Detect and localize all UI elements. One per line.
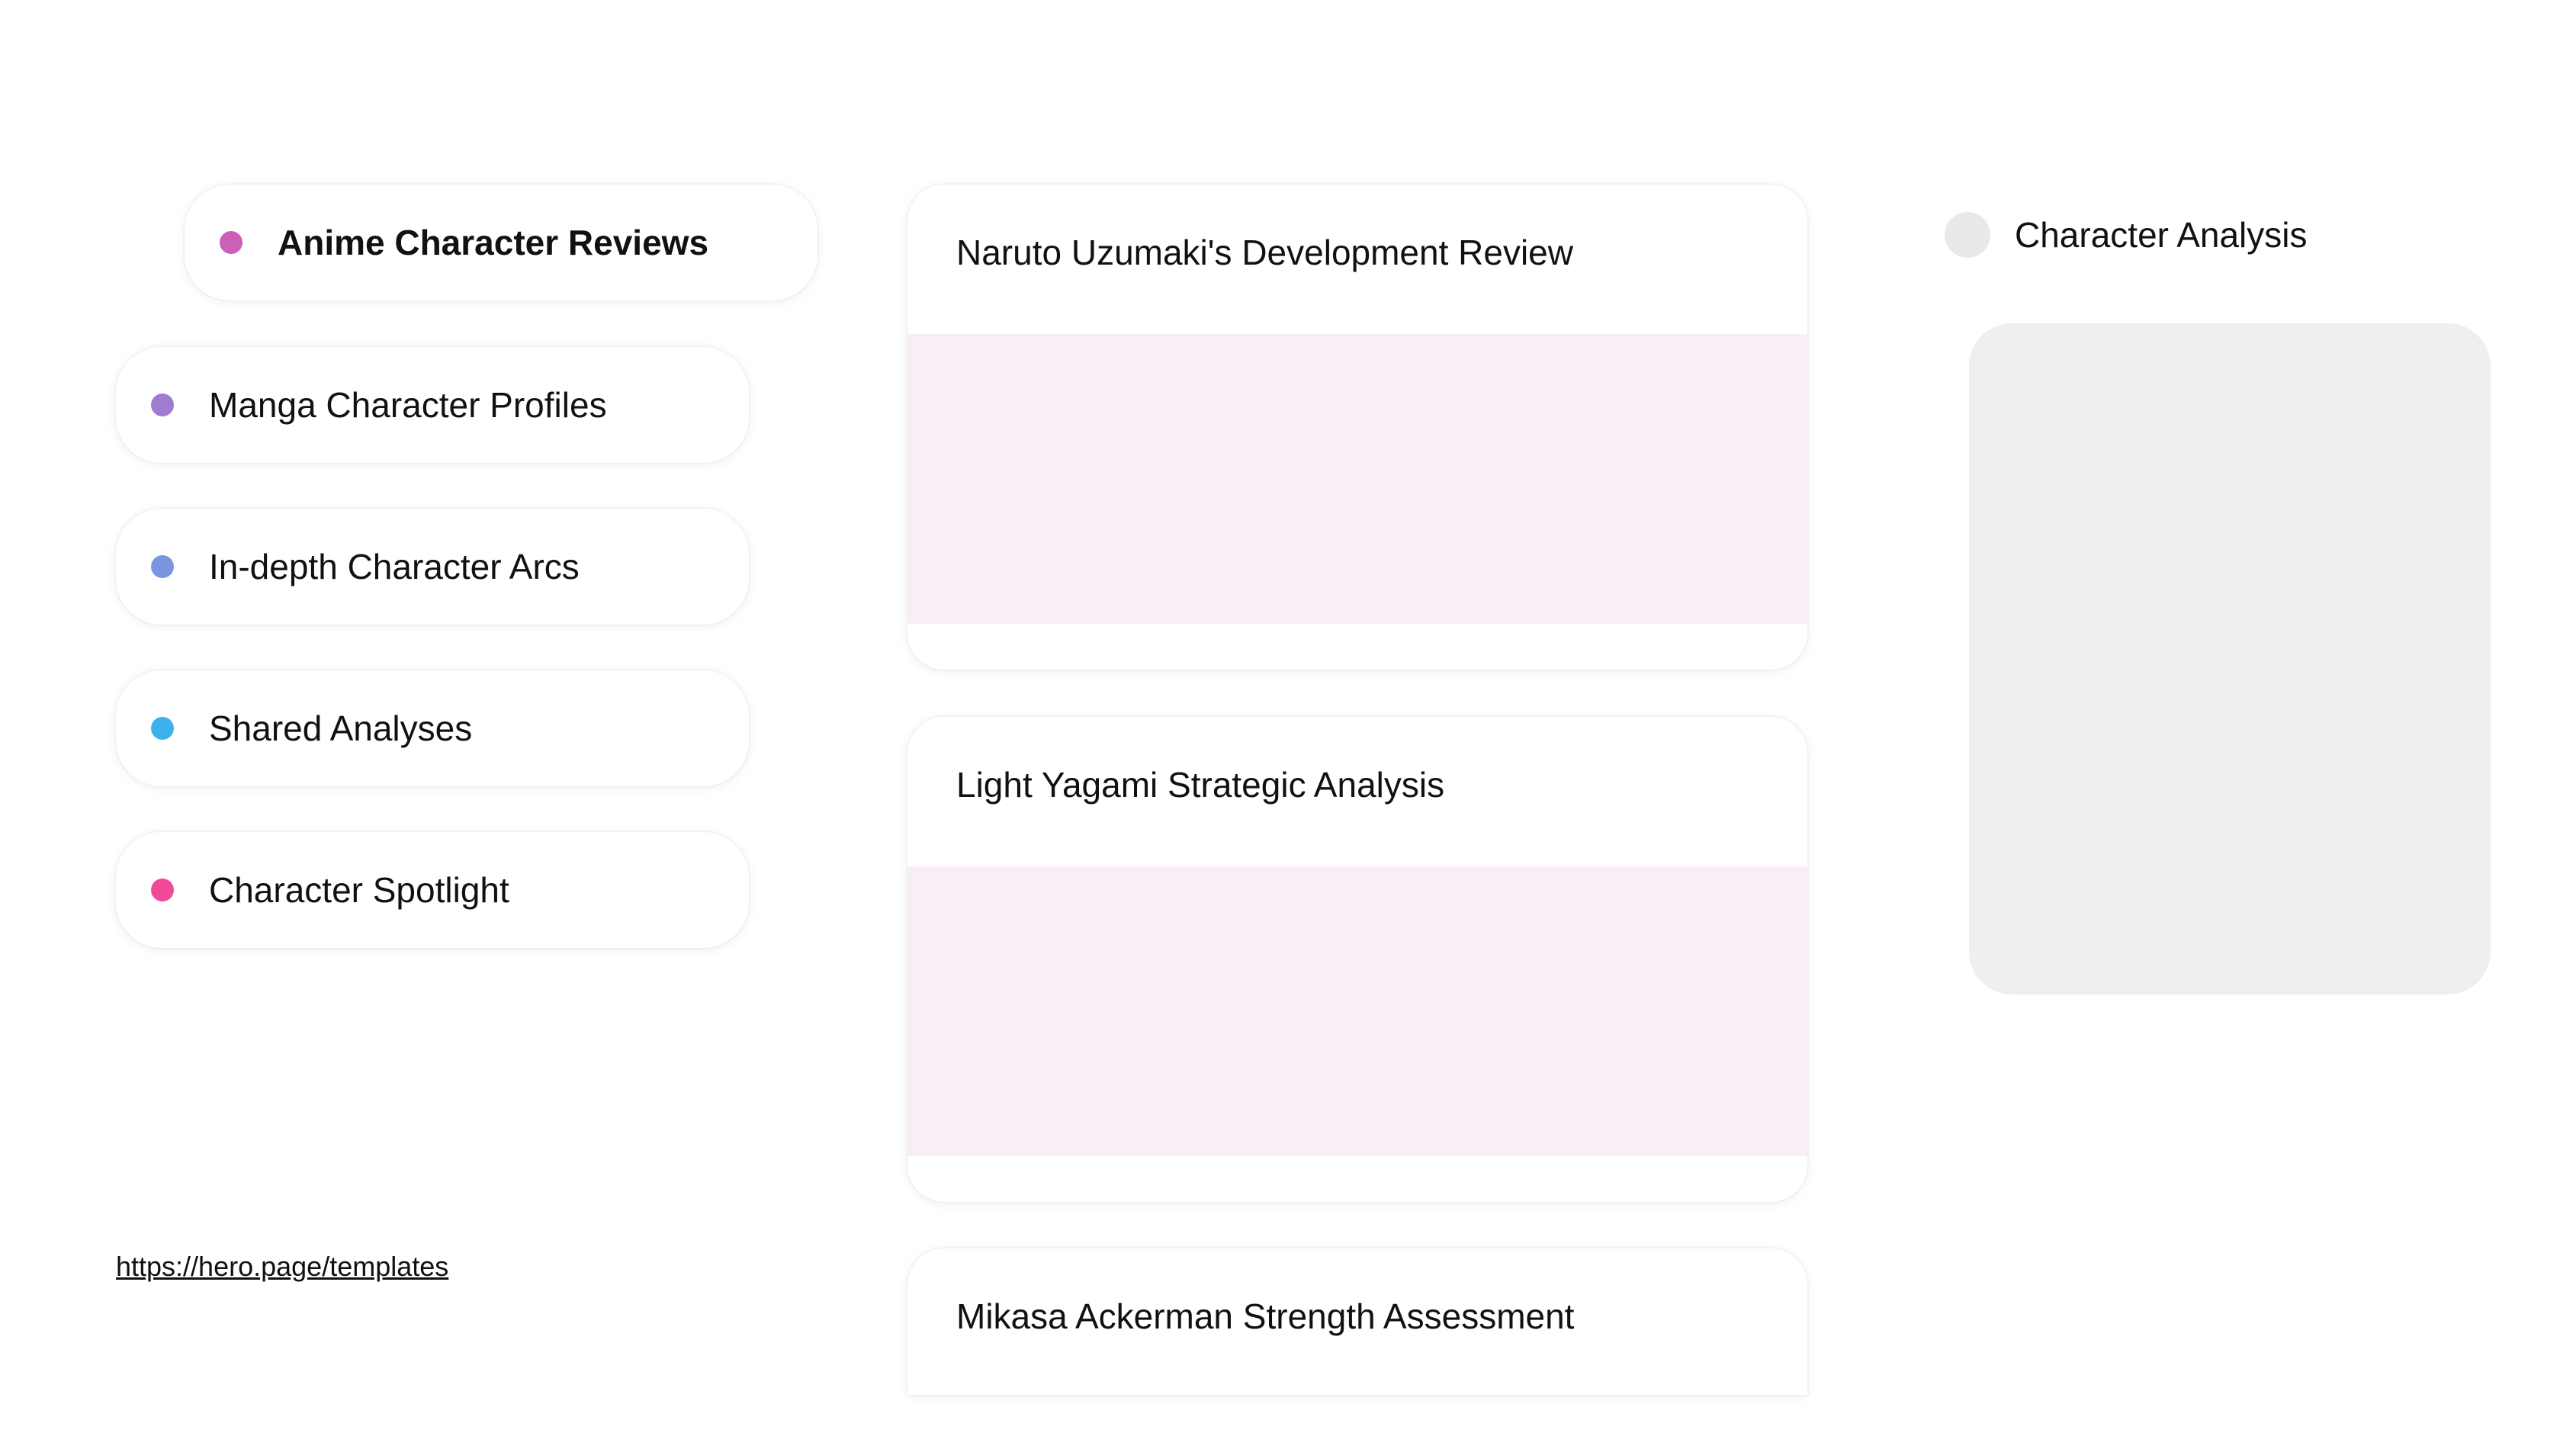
card-title: Mikasa Ackerman Strength Assessment xyxy=(956,1296,1575,1336)
sidebar-item-character-spotlight[interactable]: Character Spotlight xyxy=(116,832,749,948)
bullet-dot-icon xyxy=(151,879,174,901)
sidebar-item-shared-analyses[interactable]: Shared Analyses xyxy=(116,670,749,786)
detail-header: Character Analysis xyxy=(1945,212,2308,258)
bullet-dot-icon xyxy=(220,231,243,254)
footer-url-link[interactable]: https://hero.page/templates xyxy=(116,1251,448,1283)
review-card[interactable]: Light Yagami Strategic Analysis xyxy=(907,717,1807,1202)
sidebar-item-label: Character Spotlight xyxy=(209,870,509,910)
review-card[interactable]: Mikasa Ackerman Strength Assessment xyxy=(907,1248,1807,1395)
card-title: Light Yagami Strategic Analysis xyxy=(956,765,1445,805)
sidebar-item-in-depth-character-arcs[interactable]: In-depth Character Arcs xyxy=(116,509,749,625)
sidebar-item-label: Manga Character Profiles xyxy=(209,385,607,425)
sidebar-item-label: Anime Character Reviews xyxy=(278,223,709,262)
sidebar-item-label: In-depth Character Arcs xyxy=(209,547,580,586)
detail-title: Character Analysis xyxy=(2015,215,2308,255)
sidebar-item-manga-character-profiles[interactable]: Manga Character Profiles xyxy=(116,347,749,463)
avatar xyxy=(1945,212,1990,258)
sidebar-item-label: Shared Analyses xyxy=(209,708,473,748)
card-image-placeholder xyxy=(907,334,1807,624)
sidebar-item-anime-character-reviews[interactable]: Anime Character Reviews xyxy=(185,185,817,300)
bullet-dot-icon xyxy=(151,394,174,416)
card-image-placeholder xyxy=(907,866,1807,1156)
detail-image-placeholder xyxy=(1969,323,2491,994)
bullet-dot-icon xyxy=(151,717,174,740)
review-card[interactable]: Naruto Uzumaki's Development Review xyxy=(907,185,1807,670)
card-title: Naruto Uzumaki's Development Review xyxy=(956,233,1573,272)
bullet-dot-icon xyxy=(151,555,174,578)
